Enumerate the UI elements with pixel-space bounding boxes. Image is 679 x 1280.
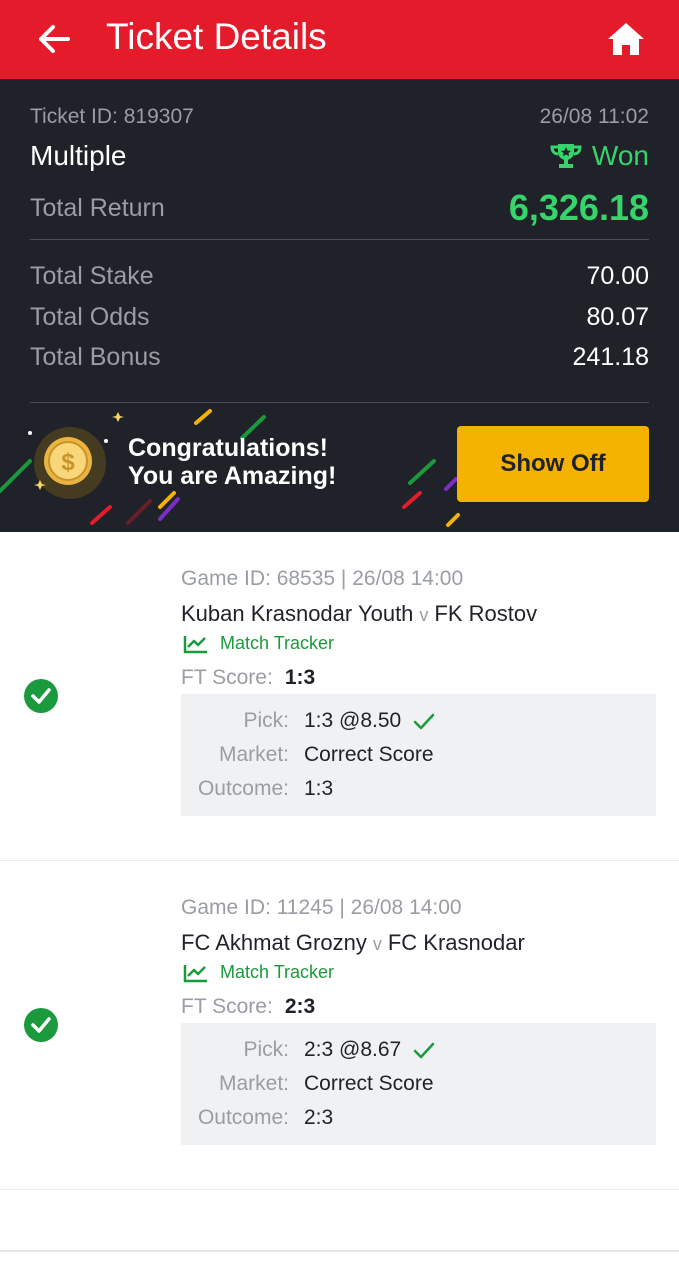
match-tracker-link[interactable]: Match Tracker xyxy=(183,962,334,983)
home-team: Kuban Krasnodar Youth xyxy=(181,601,414,626)
pick-label: Pick: xyxy=(243,709,289,732)
home-icon xyxy=(608,23,644,55)
home-button[interactable] xyxy=(598,14,654,64)
bet-type: Multiple xyxy=(30,140,127,171)
market-value: Correct Score xyxy=(304,743,434,766)
ticket-status: Won xyxy=(550,140,649,172)
summary-divider xyxy=(30,239,649,240)
match-tracker-label: Match Tracker xyxy=(220,962,335,982)
versus-label: v xyxy=(372,934,382,954)
away-team: FK Rostov xyxy=(434,601,538,626)
pick-label: Pick: xyxy=(243,1038,289,1061)
dollar-coin-icon: $ xyxy=(34,427,106,499)
ft-score-label: FT Score: xyxy=(181,666,273,689)
total-bonus-label: Total Bonus xyxy=(30,343,161,371)
ticket-id: Ticket ID: 819307 xyxy=(30,105,194,128)
top-bar: Ticket Details xyxy=(0,0,679,79)
check-icon xyxy=(31,1017,51,1033)
outcome-value: 2:3 xyxy=(304,1106,334,1129)
pick-value: 2:3 @8.67 xyxy=(304,1038,402,1061)
won-check-badge xyxy=(24,1008,58,1042)
pick-value: 1:3 @8.50 xyxy=(304,709,402,732)
total-odds-label: Total Odds xyxy=(30,303,150,331)
ticket-summary: Ticket ID: 819307 26/08 11:02 Multiple W… xyxy=(0,79,679,532)
match-tracker-link[interactable]: Match Tracker xyxy=(183,633,334,654)
arrow-left-icon xyxy=(39,25,70,53)
check-icon xyxy=(31,688,51,704)
outcome-label: Outcome: xyxy=(197,777,289,800)
pick-value-wrap: 1:3 @8.50 xyxy=(304,709,435,733)
won-check-badge xyxy=(24,679,58,713)
outcome-value: 1:3 xyxy=(304,777,334,800)
ft-score-label: FT Score: xyxy=(181,995,273,1018)
market-value: Correct Score xyxy=(304,1072,434,1095)
status-text: Won xyxy=(591,140,649,171)
ft-score: FT Score: 1:3 xyxy=(181,666,315,690)
total-return-label: Total Return xyxy=(30,193,165,222)
congrats-line-1: Congratulations! xyxy=(128,434,328,462)
back-button[interactable] xyxy=(30,16,78,62)
selection-item: Game ID: 11245 | 26/08 14:00 FC Akhmat G… xyxy=(0,861,679,1190)
total-return-value: 6,326.18 xyxy=(508,187,649,228)
market-label: Market: xyxy=(218,743,289,766)
selection-item: Game ID: 68535 | 26/08 14:00 Kuban Krasn… xyxy=(0,532,679,861)
game-meta: Game ID: 68535 | 26/08 14:00 xyxy=(181,567,464,590)
congrats-line-2: You are Amazing! xyxy=(128,462,337,490)
pick-details: Pick: 2:3 @8.67 Market: Correct Score Ou… xyxy=(181,1023,656,1145)
trophy-icon xyxy=(550,144,582,168)
away-team: FC Krasnodar xyxy=(387,930,525,955)
pick-details: Pick: 1:3 @8.50 Market: Correct Score Ou… xyxy=(181,694,656,816)
versus-label: v xyxy=(419,605,429,625)
bottom-divider xyxy=(0,1250,679,1252)
total-stake-value: 70.00 xyxy=(586,262,649,290)
ft-score: FT Score: 2:3 xyxy=(181,995,315,1019)
ticket-datetime: 26/08 11:02 xyxy=(539,105,649,128)
game-teams: FC Akhmat Grozny v FC Krasnodar xyxy=(181,930,525,956)
ft-score-value: 1:3 xyxy=(284,666,316,689)
chart-line-icon xyxy=(183,635,207,653)
game-teams: Kuban Krasnodar Youth v FK Rostov xyxy=(181,601,537,627)
chart-line-icon xyxy=(183,964,207,982)
match-tracker-label: Match Tracker xyxy=(220,633,335,653)
page-title: Ticket Details xyxy=(106,16,327,57)
svg-text:$: $ xyxy=(61,449,75,476)
congrats-banner: $ Congratulations! You are Amazing! Show… xyxy=(0,403,679,532)
total-bonus-value: 241.18 xyxy=(572,343,649,371)
pick-value-wrap: 2:3 @8.67 xyxy=(304,1038,435,1062)
game-meta: Game ID: 11245 | 26/08 14:00 xyxy=(181,896,462,919)
total-stake-label: Total Stake xyxy=(30,262,154,290)
show-off-button[interactable]: Show Off xyxy=(457,426,649,502)
market-label: Market: xyxy=(218,1072,289,1095)
check-icon xyxy=(413,713,435,729)
check-icon xyxy=(413,1042,435,1058)
ft-score-value: 2:3 xyxy=(284,995,316,1018)
home-team: FC Akhmat Grozny xyxy=(181,930,367,955)
congrats-text: Congratulations! You are Amazing! xyxy=(128,434,336,490)
total-odds-value: 80.07 xyxy=(586,303,649,331)
outcome-label: Outcome: xyxy=(197,1106,289,1129)
